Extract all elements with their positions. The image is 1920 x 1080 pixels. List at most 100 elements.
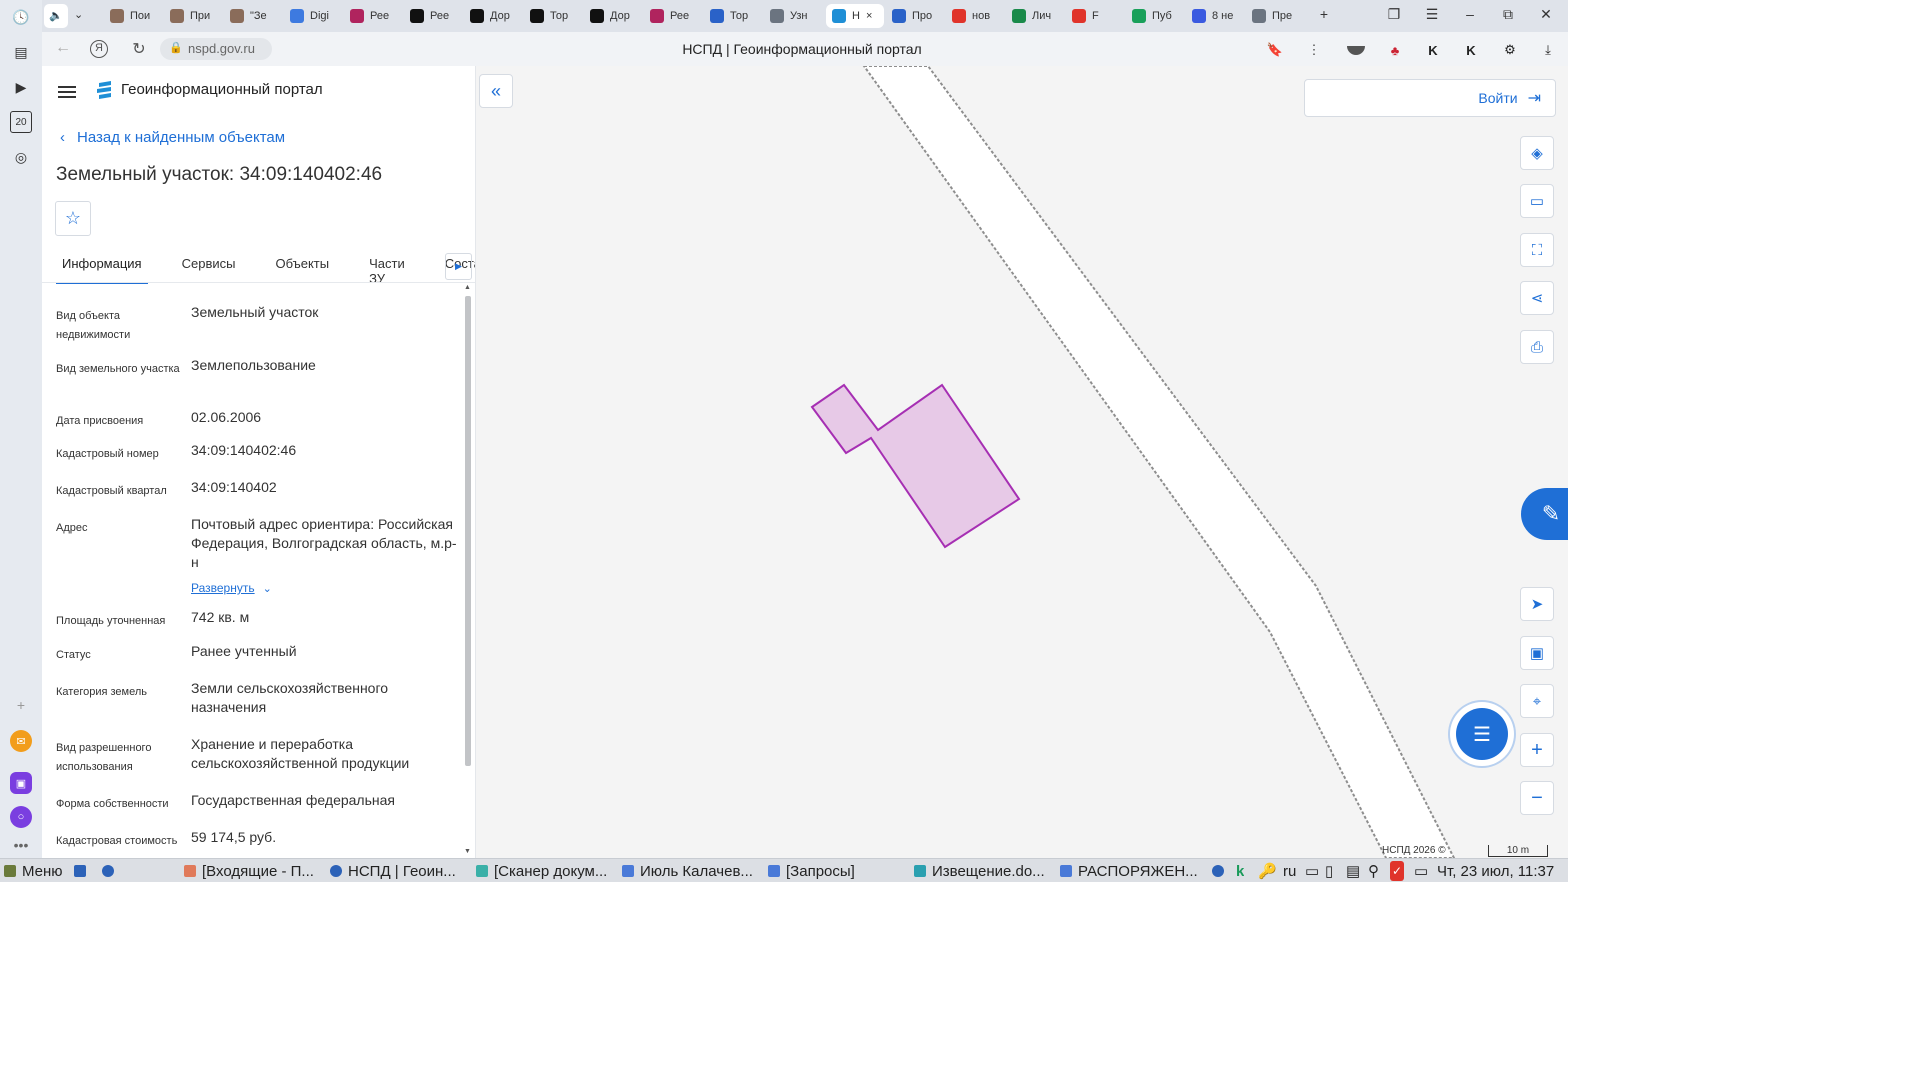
tray-search-icon[interactable]: ⚲ <box>1368 861 1379 881</box>
scrollbar-thumb[interactable] <box>465 296 471 766</box>
extension-icon-5[interactable]: ⚙ <box>1500 40 1520 60</box>
area-select-button[interactable]: ⛶ <box>1520 233 1554 267</box>
browser-tab[interactable]: 8 не <box>1186 4 1242 28</box>
yandex-icon[interactable]: Я <box>90 40 108 58</box>
scroll-down-arrow-icon[interactable]: ▼ <box>464 848 471 855</box>
map-canvas[interactable]: « Войти ⇥ ◈ ▭ ⛶ ⋖ ⎙ ✎ ➤ ▣ ⌖ ☰ + − НСПД 20… <box>476 66 1568 858</box>
browser-tab[interactable]: Рее <box>404 4 460 28</box>
tray-battery-icon[interactable]: ▯ <box>1325 861 1333 881</box>
show-desktop-icon[interactable] <box>74 861 92 881</box>
more-icon[interactable]: ••• <box>10 834 32 856</box>
tab-list-chevron-icon[interactable]: ⌄ <box>74 8 83 21</box>
restore-icon[interactable]: ⧉ <box>1498 6 1518 23</box>
keyboard-layout[interactable]: ru <box>1283 861 1296 881</box>
tray-key-icon[interactable]: 🔑 <box>1258 861 1277 881</box>
back-arrow-icon[interactable]: ← <box>52 39 74 57</box>
extension-icon-2[interactable]: ♣ <box>1385 40 1405 60</box>
expand-link[interactable]: Развернуть ⌄ <box>191 579 272 597</box>
downloads-icon[interactable]: ⤓ <box>1538 40 1558 60</box>
more-vertical-icon[interactable]: ⋮ <box>1304 40 1324 60</box>
browser-tab[interactable]: Тор <box>524 4 580 28</box>
taskbar-item[interactable]: НСПД | Геоин... <box>330 861 470 881</box>
tray-k-icon[interactable]: k <box>1236 861 1244 881</box>
zoom-out-button[interactable]: − <box>1520 781 1554 815</box>
collapse-panel-button[interactable]: « <box>479 74 513 108</box>
history-icon[interactable]: 🕓 <box>10 6 32 28</box>
screenshot-icon[interactable]: ◎ <box>10 146 32 168</box>
tray-check-icon[interactable]: ✓ <box>1390 861 1405 881</box>
hamburger-menu-icon[interactable] <box>58 83 76 101</box>
browser-tab[interactable]: Digi <box>284 4 340 28</box>
login-button[interactable]: Войти ⇥ <box>1304 79 1556 117</box>
geolocation-button[interactable]: ⌖ <box>1520 684 1554 718</box>
taskbar-item[interactable]: [Входящие - П... <box>184 861 324 881</box>
tabs-next-button[interactable]: ▶ <box>445 253 472 280</box>
browser-quicklaunch-icon[interactable] <box>102 861 120 881</box>
start-menu-button[interactable]: Меню <box>4 861 63 881</box>
reload-icon[interactable]: ↻ <box>128 39 150 59</box>
tray-notify-icon[interactable]: ▭ <box>1414 861 1428 881</box>
tab-active[interactable]: Н × <box>826 4 884 28</box>
share-button[interactable]: ⋖ <box>1520 281 1554 315</box>
browser-menu-icon[interactable]: ☰ <box>1422 6 1442 23</box>
taskbar-item[interactable]: РАСПОРЯЖЕН... <box>1060 861 1200 881</box>
close-window-icon[interactable]: ✕ <box>1536 6 1556 23</box>
taskbar-item[interactable]: Июль Калачев... <box>622 861 762 881</box>
browser-tab[interactable]: нов <box>946 4 1002 28</box>
tab-information[interactable]: Информация <box>56 256 148 284</box>
layers-button[interactable]: ◈ <box>1520 136 1554 170</box>
browser-tab[interactable]: Тор <box>704 4 760 28</box>
browser-tab[interactable]: Рее <box>644 4 700 28</box>
new-tab-button[interactable]: + <box>1314 6 1334 22</box>
scroll-up-arrow-icon[interactable]: ▲ <box>464 284 471 291</box>
taskbar-item[interactable]: [Сканер докум... <box>476 861 616 881</box>
tray-clipboard-icon[interactable]: ▤ <box>1346 861 1360 881</box>
browser-tab[interactable]: Лич <box>1006 4 1062 28</box>
browser-tab[interactable]: "Зе <box>224 4 280 28</box>
notes-icon[interactable]: ▤ <box>10 41 32 63</box>
tab-parts[interactable]: Части ЗУ <box>363 256 411 286</box>
minimize-icon[interactable]: – <box>1460 6 1480 22</box>
sound-tab[interactable]: 🔈 <box>44 4 68 28</box>
collections-icon[interactable]: ❐ <box>1384 6 1404 23</box>
ruler-button[interactable]: ▭ <box>1520 184 1554 218</box>
video-icon[interactable]: ▶ <box>10 76 32 98</box>
navigate-button[interactable]: ➤ <box>1520 587 1554 621</box>
add-panel-icon[interactable]: + <box>10 694 32 716</box>
browser-tab[interactable]: Дор <box>584 4 640 28</box>
browser-tab[interactable]: Про <box>886 4 942 28</box>
browser-tab[interactable]: F <box>1066 4 1122 28</box>
extension-icon-4[interactable]: K <box>1461 40 1481 60</box>
messenger-icon[interactable]: ▣ <box>10 772 32 794</box>
tab-objects[interactable]: Объекты <box>269 256 335 284</box>
tray-display-icon[interactable]: ▭ <box>1305 861 1319 881</box>
land-parcel-shape[interactable] <box>810 383 1021 549</box>
browser-tab[interactable]: Пои <box>104 4 160 28</box>
url-field[interactable]: 🔒 nspd.gov.ru <box>160 38 272 60</box>
tray-yandex-icon[interactable] <box>1212 861 1230 881</box>
extension-icon-3[interactable]: K <box>1423 40 1443 60</box>
tab-close-icon[interactable]: × <box>866 10 872 22</box>
calendar-badge[interactable]: 20 <box>10 111 32 133</box>
bookmark-icon[interactable]: 🔖 <box>1265 40 1285 60</box>
tab-services[interactable]: Сервисы <box>176 256 242 284</box>
panel-scrollbar[interactable]: ▲ ▼ <box>463 284 473 856</box>
minimap-button[interactable]: ▣ <box>1520 636 1554 670</box>
print-button[interactable]: ⎙ <box>1520 330 1554 364</box>
chat-button[interactable]: ☰ <box>1456 708 1508 760</box>
browser-tab[interactable]: При <box>164 4 220 28</box>
browser-tab[interactable]: Пуб <box>1126 4 1182 28</box>
taskbar-item[interactable]: Извещение.do... <box>914 861 1054 881</box>
zoom-in-button[interactable]: + <box>1520 733 1554 767</box>
extension-icon-1[interactable] <box>1346 40 1366 60</box>
favorite-star-button[interactable]: ☆ <box>55 201 91 236</box>
feedback-button[interactable]: ✎ <box>1521 488 1568 540</box>
back-to-results-link[interactable]: ‹ Назад к найденным объектам <box>60 129 285 146</box>
browser-tab[interactable]: Пре <box>1246 4 1302 28</box>
mail-icon[interactable]: ✉ <box>10 730 32 752</box>
browser-tab[interactable]: Дор <box>464 4 520 28</box>
taskbar-item[interactable]: [Запросы] <box>768 861 908 881</box>
alice-icon[interactable]: ○ <box>10 806 32 828</box>
browser-tab[interactable]: Рее <box>344 4 400 28</box>
browser-tab[interactable]: Узн <box>764 4 822 28</box>
